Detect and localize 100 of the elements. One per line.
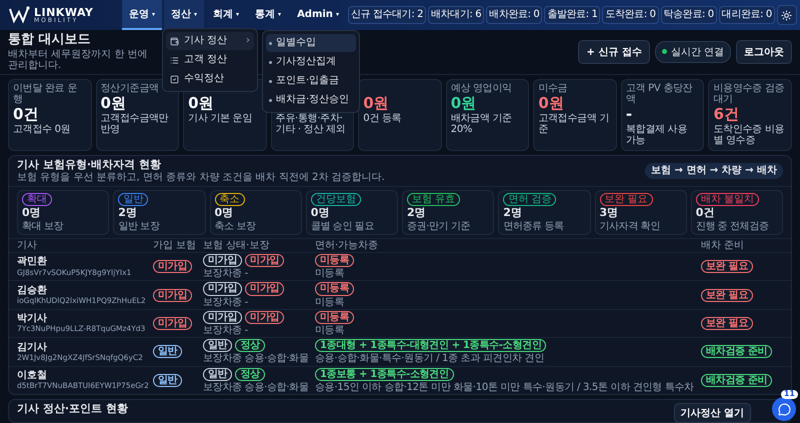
- stat-label: 이번달 완료 운행: [13, 82, 78, 106]
- summary-count: 0명: [22, 207, 41, 220]
- status-tag: 일반: [203, 368, 232, 381]
- summary-count: 2명: [503, 207, 522, 220]
- list-icon: [170, 56, 180, 64]
- category-tag: 확대: [22, 193, 52, 206]
- section-title: 기사 정산·포인트 현황: [17, 402, 128, 416]
- stat-value: 0원: [363, 94, 390, 112]
- stat-note: 배차금액 기준 20%: [450, 113, 513, 136]
- status-badge: 배차대기: 6: [428, 6, 484, 24]
- status-tag: 미가입: [245, 310, 284, 324]
- logo-icon: [8, 6, 30, 24]
- flow-pill: 보험 → 면허 → 차량 → 배차: [644, 163, 783, 179]
- status-badge: 탁송완료: 0: [660, 6, 717, 24]
- category-tag: 배차 불일치: [696, 193, 759, 206]
- category-tag: 축소: [214, 193, 244, 206]
- license-note: 미등록: [315, 296, 344, 308]
- summary-note: 증권·만기 기준: [407, 220, 470, 232]
- stat-note: 복합결제 사용 가능: [626, 124, 688, 147]
- status-tag: 미가입: [245, 282, 284, 296]
- brand-name: LINKWAY: [34, 6, 94, 18]
- stat-note: 도착인수증 비용별 영수증: [713, 124, 786, 147]
- summary-count: 2명: [407, 207, 426, 220]
- status-tag: 미가입: [153, 288, 192, 302]
- readiness-tag: 보완 필요: [701, 260, 753, 274]
- stat-value: 0건: [13, 106, 40, 124]
- stat-note: 고객접수금액 기준: [538, 113, 610, 136]
- stat-label: 예상 영업이익: [450, 82, 513, 94]
- menu-item[interactable]: 수익정산: [166, 70, 254, 88]
- stat-note: 고객접수 0원: [13, 124, 72, 136]
- stat-value: 0원: [188, 94, 215, 112]
- submenu-item[interactable]: 포인트·입출금: [266, 72, 356, 90]
- page-title: 통합 대시보드: [8, 33, 91, 48]
- driver-name: 김승환: [17, 284, 47, 296]
- column-header: 보험 상태·보장: [203, 240, 270, 252]
- open-settlement-button[interactable]: 기사정산 열기: [674, 402, 751, 423]
- column-header: 기사: [17, 240, 38, 252]
- live-connection-pill[interactable]: 실시간 연결: [654, 40, 731, 63]
- stat-label: 정산기준금액: [100, 82, 160, 94]
- summary-note: 진행 중 전체검증: [696, 220, 769, 232]
- stat-note: 기사 기본 운임: [188, 112, 254, 124]
- stat-value: 0원: [100, 95, 127, 112]
- status-tag: 정상: [235, 368, 265, 381]
- license-tag: 1종보통 + 1종특수-소형견인: [315, 368, 454, 381]
- checkbox-icon: [170, 74, 180, 84]
- status-tag: 미가입: [203, 254, 242, 268]
- coverage-note: 보장차종 -: [203, 324, 248, 336]
- new-request-button[interactable]: + 신규 접수: [578, 40, 650, 64]
- status-tag: 미가입: [153, 316, 192, 330]
- summary-count: 0명: [214, 207, 234, 220]
- menu-item[interactable]: 고객 정산: [166, 51, 254, 69]
- summary-count: 0명: [310, 207, 330, 220]
- summary-count: 2명: [118, 207, 137, 220]
- status-tag: 일반: [153, 345, 182, 358]
- category-tag: 면허 검증: [503, 193, 556, 206]
- stat-note: 고객접수금액만 반영: [100, 113, 170, 136]
- license-tag: 미등록: [315, 282, 354, 296]
- status-tag: 일반: [153, 374, 182, 387]
- summary-note: 면허종류 등록: [503, 220, 564, 232]
- license-note: 미등록: [315, 324, 344, 336]
- theme-button[interactable]: [776, 5, 797, 25]
- wallet-icon: [170, 36, 180, 46]
- driver-name: 곽민환: [17, 256, 47, 268]
- stat-label: 고객 PV 충당잔액: [626, 82, 694, 106]
- stat-note: 0건 등록: [363, 112, 402, 124]
- coverage-note: 보장차종 승용·승합·화물: [203, 353, 309, 365]
- license-note: 미등록: [315, 268, 344, 280]
- summary-count: 3명: [600, 207, 618, 220]
- summary-note: 확대 보장: [22, 220, 64, 232]
- summary-note: 축소 보장: [214, 220, 256, 232]
- column-header: 가입 보험: [153, 240, 198, 252]
- submenu-item[interactable]: 일별수입: [266, 34, 356, 52]
- driver-name: 박기사: [17, 313, 47, 324]
- sun-icon: [781, 10, 792, 20]
- status-tag: 미가입: [203, 310, 242, 324]
- logout-button[interactable]: 로그아웃: [736, 40, 792, 64]
- stat-value: 0원: [538, 95, 565, 112]
- status-badge: 도착완료: 0: [602, 6, 659, 24]
- license-tag: 미등록: [315, 254, 354, 268]
- readiness-tag: 보완 필요: [701, 288, 753, 302]
- section-subtitle: 보험 유형을 우선 분류하고, 면허 종류와 차량 조건을 배차 직전에 2차 검증합니다.: [17, 172, 385, 184]
- submenu-item[interactable]: 배차금·정산승인: [266, 91, 356, 109]
- readiness-tag: 배차검증 준비: [701, 345, 772, 358]
- status-tag: 미가입: [245, 254, 284, 268]
- category-tag: 건당보험: [310, 193, 361, 206]
- readiness-tag: 배차검증 준비: [701, 374, 772, 387]
- submenu-item[interactable]: 기사정산집계: [266, 53, 356, 71]
- status-badge: 출발완료: 1: [544, 6, 600, 24]
- coverage-note: 보장차종 -: [203, 268, 248, 280]
- license-note: 승용·15인 이하 승합·12톤 미만 화물·10톤 미만 특수·원동기 / 3.5톤 이하 견인형 특수차: [315, 382, 694, 393]
- summary-note: 일반 보장: [118, 220, 160, 232]
- status-tag: 미가입: [203, 282, 242, 296]
- stat-note: 주유·통행·주차·기타 · 정산 제외: [276, 112, 346, 136]
- status-badge: 신규 접수대기: 2: [348, 6, 426, 24]
- stat-value: 0원: [450, 95, 478, 112]
- coverage-note: 보장차종 -: [203, 296, 248, 308]
- column-header: 면허·가능차종: [315, 240, 380, 252]
- column-header: 배차 준비: [701, 240, 746, 252]
- license-note: 승용·승합·화물·특수·원동기 / 1종 초과 피견인차 견인: [315, 353, 544, 365]
- stat-value: -: [626, 106, 634, 124]
